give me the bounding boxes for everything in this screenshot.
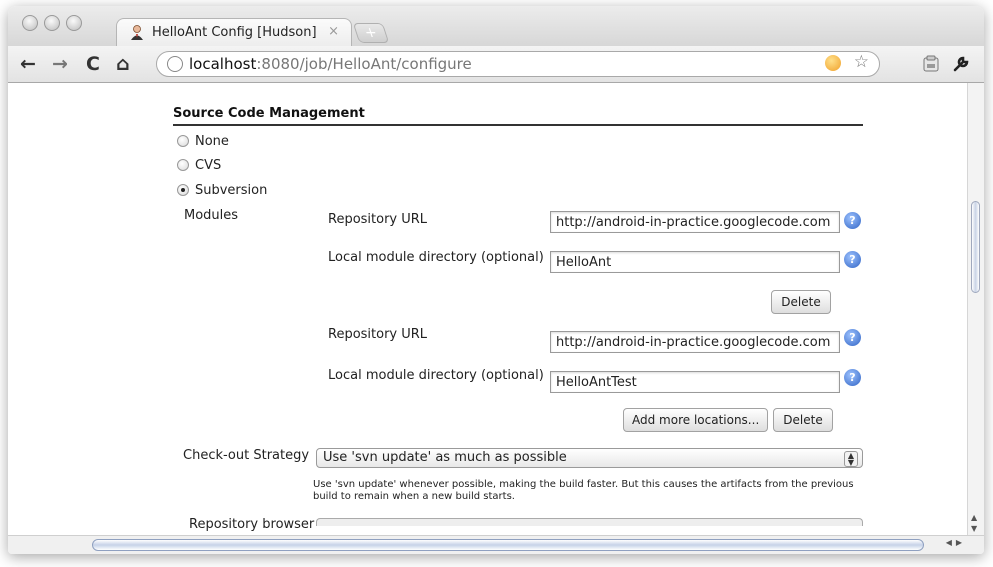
new-tab-button[interactable]: + — [352, 23, 390, 43]
forward-arrow-icon[interactable]: → — [52, 54, 68, 74]
repository-browser-select[interactable] — [316, 518, 863, 526]
address-bar[interactable]: localhost:8080/job/HelloAnt/configure ☆ — [156, 51, 880, 77]
modules-label: Modules — [184, 208, 239, 223]
zoom-window-button[interactable] — [66, 15, 82, 31]
hudson-butler-icon — [131, 25, 143, 40]
repository-url-input[interactable] — [550, 211, 840, 233]
checkout-strategy-description: Use 'svn update' whenever possible, maki… — [313, 479, 854, 502]
page-menu-icon[interactable] — [922, 55, 940, 73]
radio-none-label: None — [195, 134, 229, 149]
help-icon[interactable]: ? — [844, 212, 861, 229]
select-arrows-icon: ▲ ▼ — [844, 451, 858, 467]
checkout-strategy-value: Use 'svn update' as much as possible — [323, 450, 567, 465]
home-icon[interactable]: ⌂ — [116, 54, 130, 74]
scroll-down-arrow-icon[interactable]: ▼ — [971, 524, 977, 533]
horizontal-scroll-thumb[interactable] — [92, 539, 924, 551]
help-icon[interactable]: ? — [844, 329, 861, 346]
repository-url-input[interactable] — [550, 331, 840, 353]
add-more-locations-button[interactable]: Add more locations... — [623, 408, 768, 432]
radio-none[interactable] — [177, 135, 189, 147]
page-content: Source Code Management None CVS Subversi… — [8, 83, 968, 536]
browser-toolbar: ← → C ⌂ localhost:8080/job/HelloAnt/conf… — [8, 46, 984, 83]
checkout-strategy-select[interactable]: Use 'svn update' as much as possible ▲ ▼ — [316, 448, 863, 468]
radio-subversion-label: Subversion — [195, 183, 268, 198]
repository-url-label: Repository URL — [328, 212, 428, 227]
tab-close-icon[interactable]: × — [328, 24, 339, 39]
tab-title: HelloAnt Config [Hudson] — [152, 25, 317, 40]
vertical-scrollbar[interactable]: ▲ ▼ — [967, 83, 984, 536]
radio-cvs[interactable] — [177, 159, 189, 171]
url-text: localhost:8080/job/HelloAnt/configure — [189, 55, 472, 73]
repository-browser-label: Repository browser — [189, 517, 315, 532]
close-window-button[interactable] — [22, 15, 38, 31]
horizontal-scrollbar[interactable]: ◀▶ — [8, 535, 984, 554]
delete-module-button[interactable]: Delete — [771, 290, 831, 314]
section-divider — [173, 124, 863, 126]
wrench-icon[interactable] — [952, 55, 970, 73]
local-module-directory-label: Local module directory (optional) — [328, 368, 544, 383]
back-arrow-icon[interactable]: ← — [20, 54, 36, 74]
local-module-directory-input[interactable] — [550, 371, 840, 393]
help-icon[interactable]: ? — [844, 251, 861, 268]
vertical-scroll-thumb[interactable] — [971, 201, 980, 293]
browser-tab[interactable]: HelloAnt Config [Hudson] × — [116, 18, 352, 46]
site-info-icon[interactable] — [167, 56, 183, 72]
repository-url-label: Repository URL — [328, 327, 428, 342]
browser-window: HelloAnt Config [Hudson] × + ← → C ⌂ loc… — [8, 6, 984, 554]
radio-subversion[interactable] — [177, 184, 189, 196]
extension-icon[interactable] — [825, 55, 841, 71]
radio-cvs-label: CVS — [195, 158, 222, 173]
local-module-directory-label: Local module directory (optional) — [328, 250, 544, 265]
plus-icon: + — [362, 25, 380, 41]
checkout-strategy-label: Check-out Strategy — [183, 448, 310, 463]
local-module-directory-input[interactable] — [550, 251, 840, 273]
delete-module-button[interactable]: Delete — [773, 408, 833, 432]
help-icon[interactable]: ? — [844, 369, 861, 386]
minimize-window-button[interactable] — [44, 15, 60, 31]
bookmark-star-icon[interactable]: ☆ — [854, 52, 869, 72]
title-bar: HelloAnt Config [Hudson] × + — [8, 6, 984, 46]
url-host: localhost — [189, 55, 257, 73]
horizontal-scroll-arrows-icon[interactable]: ◀▶ — [946, 538, 966, 547]
url-path: :8080/job/HelloAnt/configure — [256, 55, 472, 73]
scroll-up-arrow-icon[interactable]: ▲ — [971, 513, 977, 522]
section-title: Source Code Management — [173, 106, 365, 121]
reload-icon[interactable]: C — [86, 54, 100, 74]
